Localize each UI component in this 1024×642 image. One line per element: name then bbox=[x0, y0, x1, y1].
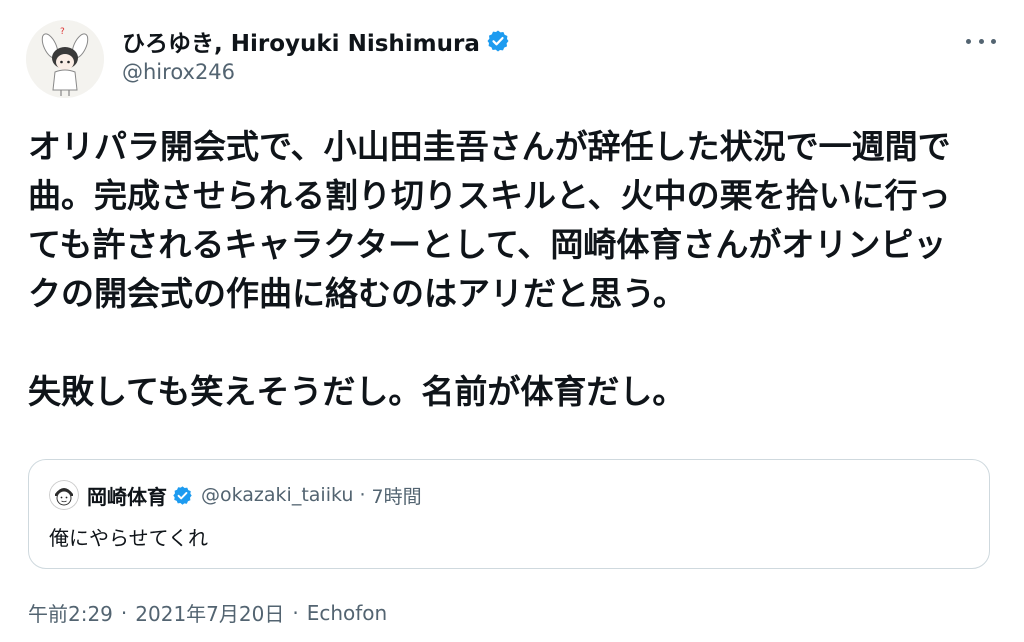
quoted-handle: @okazaki_taiiku bbox=[201, 484, 354, 506]
svg-text:?: ? bbox=[60, 27, 65, 37]
tweet-meta: 午前2:29 · 2021年7月20日 · Echofon bbox=[28, 598, 387, 627]
quoted-header: 岡崎体育 @okazaki_taiiku · 7時間 bbox=[87, 480, 422, 510]
more-dot-icon bbox=[966, 38, 971, 44]
more-horizontal-icon[interactable] bbox=[966, 34, 996, 48]
more-dot-icon bbox=[978, 38, 984, 44]
verified-badge-icon bbox=[486, 29, 510, 53]
tweet: ? ひろゆき, Hiroyuki Nishimura @hirox246 オリパ… bbox=[0, 0, 1024, 642]
verified-badge-icon bbox=[172, 485, 193, 506]
name-row: ひろゆき, Hiroyuki Nishimura bbox=[122, 24, 510, 58]
more-dot-icon bbox=[991, 38, 996, 44]
quoted-display-name: 岡崎体育 bbox=[87, 484, 167, 509]
tweet-date[interactable]: 2021年7月20日 bbox=[135, 598, 284, 627]
tweet-source[interactable]: Echofon bbox=[307, 601, 388, 625]
author-avatar[interactable]: ? bbox=[26, 20, 104, 98]
author-handle[interactable]: @hirox246 bbox=[122, 60, 510, 84]
meta-separator: · bbox=[120, 600, 128, 625]
author-names: ひろゆき, Hiroyuki Nishimura @hirox246 bbox=[122, 26, 510, 84]
tweet-time[interactable]: 午前2:29 bbox=[28, 598, 113, 627]
quoted-tweet[interactable]: 岡崎体育 @okazaki_taiiku · 7時間 俺にやらせてくれ bbox=[28, 459, 990, 569]
meta-separator: · bbox=[292, 600, 299, 625]
quoted-time[interactable]: 7時間 bbox=[372, 482, 422, 509]
tweet-text: オリパラ開会式で、小山田圭吾さんが辞任した状況で一週間で曲。完成させられる割り切… bbox=[28, 127, 951, 411]
quoted-author-avatar bbox=[49, 480, 79, 510]
quoted-text: 俺にやらせてくれ bbox=[49, 526, 208, 550]
quoted-separator: · bbox=[359, 484, 366, 506]
author-display-name[interactable]: ひろゆき, Hiroyuki Nishimura bbox=[122, 24, 480, 58]
